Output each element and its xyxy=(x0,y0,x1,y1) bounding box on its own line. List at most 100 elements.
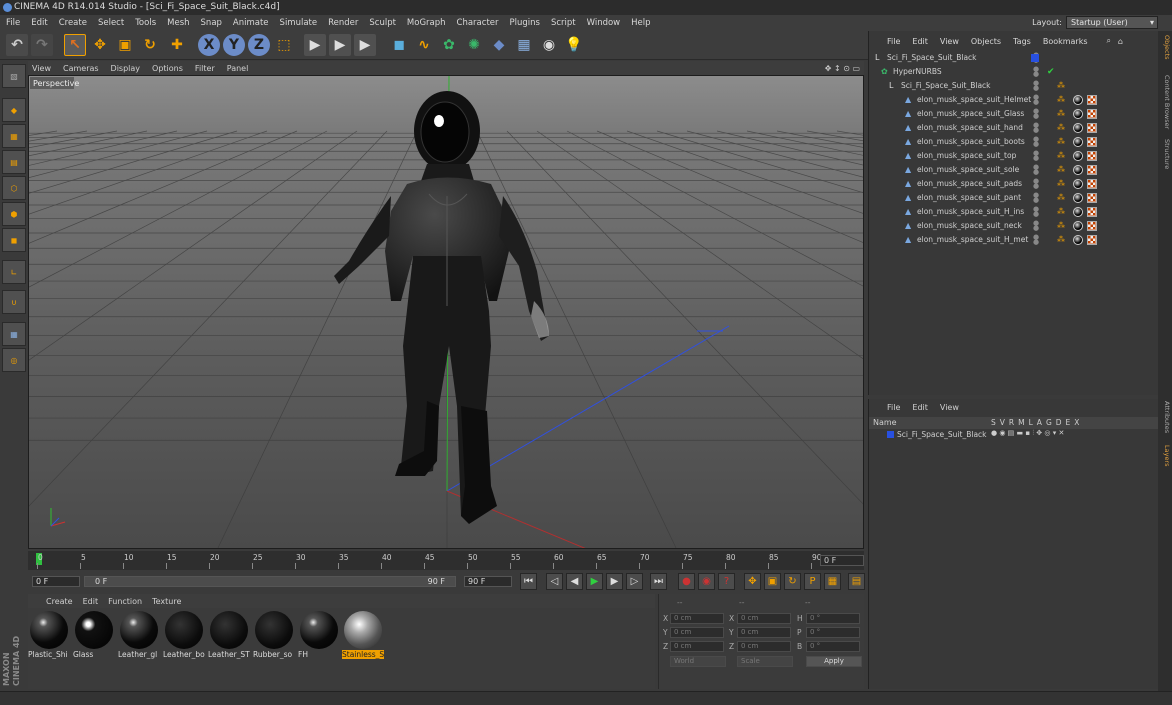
edges-mode-icon[interactable]: ⬢ xyxy=(2,202,26,226)
phong-tag-icon[interactable]: ⁂ xyxy=(1057,152,1065,160)
material-tag-icon[interactable] xyxy=(1073,193,1083,203)
om-menu-view[interactable]: View xyxy=(940,37,959,46)
key-scale-icon[interactable]: ▣ xyxy=(764,573,781,590)
model-mode-icon[interactable]: ◆ xyxy=(2,98,26,122)
key-rotation-icon[interactable]: ↻ xyxy=(784,573,801,590)
material-menu-create[interactable]: Create xyxy=(46,597,73,606)
layer-menu-edit[interactable]: Edit xyxy=(912,403,928,412)
layer-flag-header[interactable]: G xyxy=(1046,418,1052,427)
material-tag-icon[interactable] xyxy=(1073,109,1083,119)
rotate-icon[interactable]: ↻ xyxy=(139,34,161,56)
start-frame-field[interactable]: 0 F xyxy=(32,576,80,587)
menu-snap[interactable]: Snap xyxy=(201,18,222,28)
object-name[interactable]: elon_musk_space_suit_pant xyxy=(917,191,1021,205)
viewport-menu-view[interactable]: View xyxy=(32,64,51,73)
visibility-dots-icon[interactable]: ● ● xyxy=(1033,150,1041,162)
rot-h-field[interactable]: 0 ° xyxy=(806,613,860,624)
texture-tag-icon[interactable] xyxy=(1087,193,1097,203)
texture-tag-icon[interactable] xyxy=(1087,151,1097,161)
texture-tag-icon[interactable] xyxy=(1087,235,1097,245)
z-axis-icon[interactable]: Z xyxy=(248,34,270,56)
object-row[interactable]: ▲ elon_musk_space_suit_neck ● ● ⁂ xyxy=(869,219,1159,233)
object-name[interactable]: elon_musk_space_suit_top xyxy=(917,149,1016,163)
object-name[interactable]: elon_musk_space_suit_Helmet xyxy=(917,93,1031,107)
rot-b-field[interactable]: 0 ° xyxy=(806,641,860,652)
menu-mograph[interactable]: MoGraph xyxy=(407,18,446,28)
polygons-mode-icon[interactable]: ◼ xyxy=(2,228,26,252)
object-row[interactable]: ▲ elon_musk_space_suit_sole ● ● ⁂ xyxy=(869,163,1159,177)
scale-icon[interactable]: ▣ xyxy=(114,34,136,56)
visibility-dots-icon[interactable]: ● ● xyxy=(1033,164,1041,176)
camera-icon[interactable]: ◉ xyxy=(538,34,560,56)
layer-color-icon[interactable] xyxy=(1031,54,1039,62)
tab-structure[interactable]: Structure xyxy=(1159,139,1171,169)
object-name[interactable]: elon_musk_space_suit_H_met xyxy=(917,233,1028,247)
menu-sculpt[interactable]: Sculpt xyxy=(369,18,396,28)
undo-icon[interactable]: ↶ xyxy=(6,34,28,56)
tab-objects[interactable]: Objects xyxy=(1159,35,1171,60)
layer-flag-icons[interactable]: ● ◉ ▤ ▬ ▪ ⫶ ✥ ◎ ▾ ✕ xyxy=(991,429,1064,438)
size-y-field[interactable]: 0 cm xyxy=(737,627,791,638)
viewport-menu-panel[interactable]: Panel xyxy=(227,64,249,73)
viewport-menu-filter[interactable]: Filter xyxy=(195,64,215,73)
om-menu-file[interactable]: File xyxy=(887,37,900,46)
layer-flag-header[interactable]: V xyxy=(1000,418,1005,427)
object-name[interactable]: elon_musk_space_suit_boots xyxy=(917,135,1025,149)
current-frame-field[interactable]: 0 F xyxy=(820,555,864,566)
visibility-dots-icon[interactable]: ● ● xyxy=(1033,206,1041,218)
layer-flag-header[interactable]: A xyxy=(1037,418,1042,427)
om-menu-edit[interactable]: Edit xyxy=(912,37,928,46)
phong-tag-icon[interactable]: ⁂ xyxy=(1057,82,1065,90)
object-row[interactable]: LSci_Fi_Space_Suit_Black● ● xyxy=(869,51,1159,65)
material-menu-edit[interactable]: Edit xyxy=(83,597,99,606)
material-tag-icon[interactable] xyxy=(1073,137,1083,147)
visibility-dots-icon[interactable]: ● ● xyxy=(1033,192,1041,204)
object-name[interactable]: HyperNURBS xyxy=(893,65,942,79)
material-tag-icon[interactable] xyxy=(1073,235,1083,245)
layer-name[interactable]: Sci_Fi_Space_Suit_Black xyxy=(897,430,987,439)
render-picture-viewer-icon[interactable]: ▶ xyxy=(329,34,351,56)
phong-tag-icon[interactable]: ⁂ xyxy=(1057,222,1065,230)
live-selection-icon[interactable]: ↖ xyxy=(64,34,86,56)
menu-edit[interactable]: Edit xyxy=(31,18,47,28)
add-object-icon[interactable]: ✚ xyxy=(166,34,188,56)
object-name[interactable]: elon_musk_space_suit_Glass xyxy=(917,107,1024,121)
object-name[interactable]: elon_musk_space_suit_pads xyxy=(917,177,1022,191)
object-name[interactable]: elon_musk_space_suit_hand xyxy=(917,121,1023,135)
phong-tag-icon[interactable]: ⁂ xyxy=(1057,166,1065,174)
visibility-dots-icon[interactable]: ● ● xyxy=(1033,122,1041,134)
render-settings-icon[interactable]: ▶ xyxy=(354,34,376,56)
object-name[interactable]: elon_musk_space_suit_neck xyxy=(917,219,1022,233)
cube-object-icon[interactable]: ◼ xyxy=(388,34,410,56)
menu-mesh[interactable]: Mesh xyxy=(167,18,189,28)
texture-tag-icon[interactable] xyxy=(1087,137,1097,147)
texture-tag-icon[interactable] xyxy=(1087,123,1097,133)
layer-flag-header[interactable]: X xyxy=(1074,418,1079,427)
material-tag-icon[interactable] xyxy=(1073,123,1083,133)
texture-tag-icon[interactable] xyxy=(1087,221,1097,231)
object-row[interactable]: ▲ elon_musk_space_suit_boots ● ● ⁂ xyxy=(869,135,1159,149)
om-menu-bookmarks[interactable]: Bookmarks xyxy=(1043,37,1088,46)
material-tag-icon[interactable] xyxy=(1073,207,1083,217)
coordinate-system-icon[interactable]: ⬚ xyxy=(273,34,295,56)
menu-tools[interactable]: Tools xyxy=(135,18,156,28)
visibility-dots-icon[interactable]: ● ● xyxy=(1033,94,1041,106)
tab-layers[interactable]: Layers xyxy=(1159,445,1171,467)
material-swatch[interactable]: Leather_bo xyxy=(163,611,205,661)
nurbs-icon[interactable]: ✿ xyxy=(438,34,460,56)
pos-x-field[interactable]: 0 cm xyxy=(670,613,724,624)
tab-attributes[interactable]: Attributes xyxy=(1159,401,1171,433)
layout-select[interactable]: Startup (User) xyxy=(1066,16,1158,29)
timeline-ruler[interactable]: 0 5 10 15 20 25 30 35 40 45 50 55 60 65 70 75 80 85 90 xyxy=(28,551,864,570)
object-row[interactable]: ▲ elon_musk_space_suit_H_ins ● ● ⁂ xyxy=(869,205,1159,219)
menu-animate[interactable]: Animate xyxy=(233,18,269,28)
phong-tag-icon[interactable]: ⁂ xyxy=(1057,236,1065,244)
size-x-field[interactable]: 0 cm xyxy=(737,613,791,624)
snap-icon[interactable]: ∪ xyxy=(2,290,26,314)
layer-flag-header[interactable]: S xyxy=(991,418,996,427)
layer-flag-header[interactable]: E xyxy=(1066,418,1071,427)
layer-color-swatch[interactable] xyxy=(887,431,894,438)
redo-icon[interactable]: ↷ xyxy=(31,34,53,56)
menu-window[interactable]: Window xyxy=(587,18,621,28)
menu-create[interactable]: Create xyxy=(59,18,87,28)
